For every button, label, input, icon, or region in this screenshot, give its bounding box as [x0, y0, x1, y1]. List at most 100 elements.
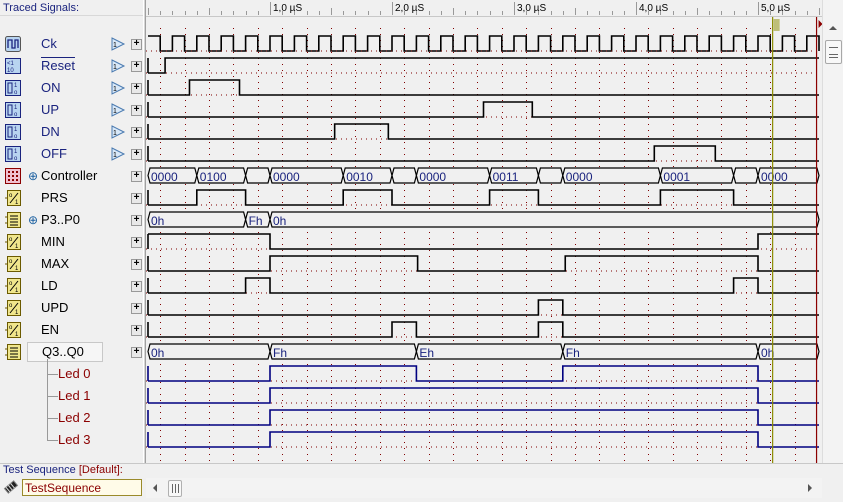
toggle-stimulus-icon: 1o [5, 102, 21, 118]
stimulus-trigger-icon[interactable]: 1 [110, 59, 126, 73]
signal-row-led-2[interactable]: Led 2 [0, 396, 143, 429]
waveform-controller-value: 0010 [346, 170, 373, 184]
expand-icon[interactable]: ⊕ [28, 212, 38, 228]
waveform-controller-value: 0100 [200, 170, 227, 184]
expand-icon[interactable]: ⊕ [28, 168, 38, 184]
add-probe-icon[interactable]: + [131, 303, 142, 314]
svg-text:10: 10 [7, 68, 14, 74]
signal-name: Led 2 [58, 410, 91, 425]
signal-row-p3-p0[interactable]: ⊕ P3..P0 + [0, 209, 143, 231]
state-machine-icon [5, 168, 21, 184]
signal-row-dn[interactable]: 1 o DN 1 + [0, 121, 143, 143]
add-probe-icon[interactable]: + [131, 83, 142, 94]
add-probe-icon[interactable]: + [131, 39, 142, 50]
waveform-controller-value: 0000 [566, 170, 593, 184]
svg-text:1: 1 [113, 130, 117, 137]
clock-stimulus-icon[interactable] [5, 36, 21, 52]
output-signal-icon: o1 [5, 234, 21, 250]
svg-text:1: 1 [113, 108, 117, 115]
tree-line [47, 396, 58, 419]
stimulus-trigger-icon[interactable]: 1 [110, 37, 126, 51]
signal-name: MAX [41, 256, 70, 271]
bus-icon [5, 212, 21, 228]
output-signal-icon: o1 [5, 190, 21, 206]
vertical-scrollbar[interactable] [822, 0, 843, 478]
test-sequence-field[interactable]: TestSequence [22, 479, 142, 496]
add-probe-icon[interactable]: + [131, 237, 142, 248]
output-signal-icon: o1 [5, 300, 21, 316]
signal-name: MIN [41, 234, 65, 249]
signal-row-led-3[interactable]: Led 3 [0, 418, 143, 451]
waveform-q3-q0-segment [147, 343, 271, 360]
scroll-thumb[interactable] [825, 40, 842, 64]
ruler-label-5: 5,0 µS [761, 3, 790, 14]
signal-row-min[interactable]: o 1 MIN + [0, 231, 143, 253]
add-probe-icon[interactable]: + [131, 259, 142, 270]
tree-line [47, 418, 58, 441]
stimulus-trigger-icon[interactable]: 1 [110, 103, 126, 117]
signal-row-controller[interactable]: ⊕ Controller + [0, 165, 143, 187]
stimulus-trigger-icon[interactable]: 1 [110, 81, 126, 95]
add-probe-icon[interactable]: + [131, 127, 142, 138]
add-probe-icon[interactable]: + [131, 61, 142, 72]
waveform-q3-q0-segment [562, 343, 759, 360]
signal-row-upd[interactable]: o 1 UPD + [0, 297, 143, 319]
toggle-stimulus-icon: 1o [5, 80, 21, 96]
scroll-right-arrow-icon[interactable] [808, 484, 812, 492]
horizontal-scroll-thumb[interactable] [168, 480, 182, 497]
test-sequence-label: Test Sequence [Default]: [3, 464, 123, 476]
scroll-up-arrow-icon[interactable] [829, 26, 837, 30]
waveform-q3-q0-segment [269, 343, 418, 360]
waveform-area[interactable]: 1,0 µS 2,0 µS 3,0 µS 4,0 µS 5,0 µS 0000 0100 00… [146, 0, 822, 463]
add-probe-icon[interactable]: + [131, 215, 142, 226]
signal-row-led-1[interactable]: Led 1 [0, 374, 143, 407]
signal-name: Led 3 [58, 432, 91, 447]
waveform-p3-p0-value: 0h [273, 214, 286, 228]
signal-row-up[interactable]: 1 o UP 1 + [0, 99, 143, 121]
svg-text:<1: <1 [7, 61, 15, 67]
output-signal-icon: o1 [5, 322, 21, 338]
signal-row-on[interactable]: 1 o ON 1 + [0, 77, 143, 99]
waveform-controller-value: 0011 [493, 170, 519, 184]
signal-name: EN [41, 322, 60, 337]
counter-stimulus-icon: <110 [5, 58, 21, 74]
waveform-q3-q0-segment [415, 343, 564, 360]
traced-signals-header: Traced Signals: [0, 0, 143, 16]
add-probe-icon[interactable]: + [131, 149, 142, 160]
scroll-left-arrow-icon[interactable] [153, 484, 157, 492]
output-signal-icon: o1 [5, 278, 21, 294]
signal-name: P3..P0 [41, 212, 81, 227]
waveform-q3-q0-value: 0h [151, 346, 164, 360]
signal-row-ck[interactable]: Ck 1 + [0, 33, 143, 55]
signal-name: Led 0 [58, 366, 91, 381]
waveform-q3-q0-value: Fh [273, 346, 287, 360]
signal-row-led-0[interactable]: Led 0 [0, 359, 143, 385]
signal-row-reset[interactable]: <1 10 Reset 1 + [0, 55, 143, 77]
signal-row-ld[interactable]: o 1 LD + [0, 275, 143, 297]
signal-row-off[interactable]: 1 o OFF 1 + [0, 143, 143, 165]
waveform-background [146, 0, 822, 463]
stimulus-trigger-icon[interactable]: 1 [110, 125, 126, 139]
svg-text:1: 1 [113, 86, 117, 93]
signal-row-max[interactable]: o 1 MAX + [0, 253, 143, 275]
waveform-p3-p0-segment [269, 211, 820, 228]
signal-row-en[interactable]: o 1 EN + [0, 319, 143, 341]
horizontal-scrollbar[interactable] [146, 478, 822, 498]
tree-line [47, 374, 58, 397]
add-probe-icon[interactable]: + [131, 105, 142, 116]
stimulus-trigger-icon[interactable]: 1 [110, 147, 126, 161]
test-sequence-label-text: Test Sequence [3, 464, 76, 476]
waveform-controller-segment [391, 167, 418, 184]
time-ruler [146, 0, 822, 16]
add-probe-icon[interactable]: + [131, 281, 142, 292]
add-probe-icon[interactable]: + [131, 171, 142, 182]
add-probe-icon[interactable]: + [131, 347, 142, 358]
signal-name: Q3..Q0 [27, 342, 103, 362]
signal-row-prs[interactable]: o 1 PRS + [0, 187, 143, 209]
add-probe-icon[interactable]: + [131, 325, 142, 336]
add-probe-icon[interactable]: + [131, 193, 142, 204]
signal-name: PRS [41, 190, 68, 205]
signal-name: ON [41, 80, 61, 95]
signal-row-q3-q0[interactable]: ⊖Q3..Q0+ [0, 341, 143, 363]
ruler-label-3: 3,0 µS [517, 3, 546, 14]
